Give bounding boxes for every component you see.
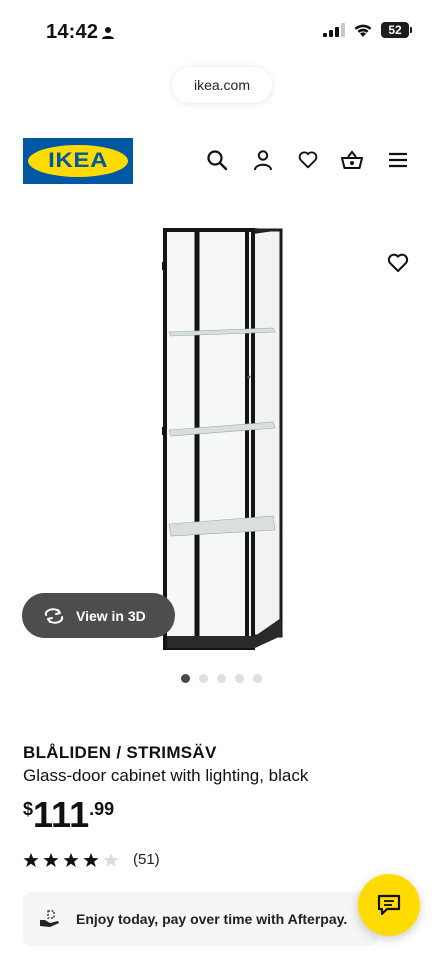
search-icon[interactable] xyxy=(205,148,229,172)
add-to-wishlist-icon[interactable] xyxy=(386,251,410,275)
battery-indicator: 52 xyxy=(381,22,412,38)
price-main: 111 xyxy=(33,794,90,835)
chat-button[interactable] xyxy=(358,874,420,936)
status-indicators: 52 xyxy=(323,22,412,38)
logo-oval: IKEA xyxy=(28,145,128,177)
price-decimal: .99 xyxy=(89,799,115,819)
star-filled-icon xyxy=(83,852,99,867)
star-filled-icon xyxy=(23,852,39,867)
gallery-dot[interactable] xyxy=(253,674,262,683)
star-filled-icon xyxy=(63,852,79,867)
product-image[interactable] xyxy=(155,222,285,654)
product-name: BLÅLIDEN / STRIMSÄV xyxy=(23,743,217,762)
status-time: 14:42 xyxy=(46,21,99,43)
gallery-pagination xyxy=(181,674,262,683)
menu-icon[interactable] xyxy=(386,148,410,172)
afterpay-banner[interactable]: Enjoy today, pay over time with Afterpay… xyxy=(23,892,378,946)
gallery-dot[interactable] xyxy=(235,674,244,683)
star-filled-icon xyxy=(43,852,59,867)
view-in-3d-label: View in 3D xyxy=(76,607,146,624)
afterpay-text: Enjoy today, pay over time with Afterpay… xyxy=(76,911,348,927)
star-empty-icon xyxy=(103,852,119,867)
wishlist-icon[interactable] xyxy=(296,148,320,172)
review-count: (51) xyxy=(133,851,160,868)
product-price: $ 111 .99 xyxy=(23,795,114,835)
gallery-dot[interactable] xyxy=(217,674,226,683)
url-bar[interactable]: ikea.com xyxy=(172,67,272,103)
rotate-icon xyxy=(44,607,64,624)
price-currency: $ xyxy=(23,799,34,819)
signal-icon xyxy=(323,23,345,37)
ikea-logo[interactable]: IKEA xyxy=(23,138,133,184)
afterpay-hand-icon xyxy=(40,910,59,927)
chat-icon xyxy=(377,894,401,916)
basket-icon[interactable] xyxy=(340,148,364,172)
wifi-icon xyxy=(354,24,372,37)
product-rating[interactable]: (51) xyxy=(23,851,160,868)
logo-text: IKEA xyxy=(47,149,109,172)
person-icon xyxy=(102,27,114,39)
gallery-dot[interactable] xyxy=(199,674,208,683)
account-icon[interactable] xyxy=(251,148,275,172)
view-in-3d-button[interactable]: View in 3D xyxy=(22,593,175,638)
product-description: Glass-door cabinet with lighting, black xyxy=(23,766,309,785)
gallery-dot[interactable] xyxy=(181,674,190,683)
